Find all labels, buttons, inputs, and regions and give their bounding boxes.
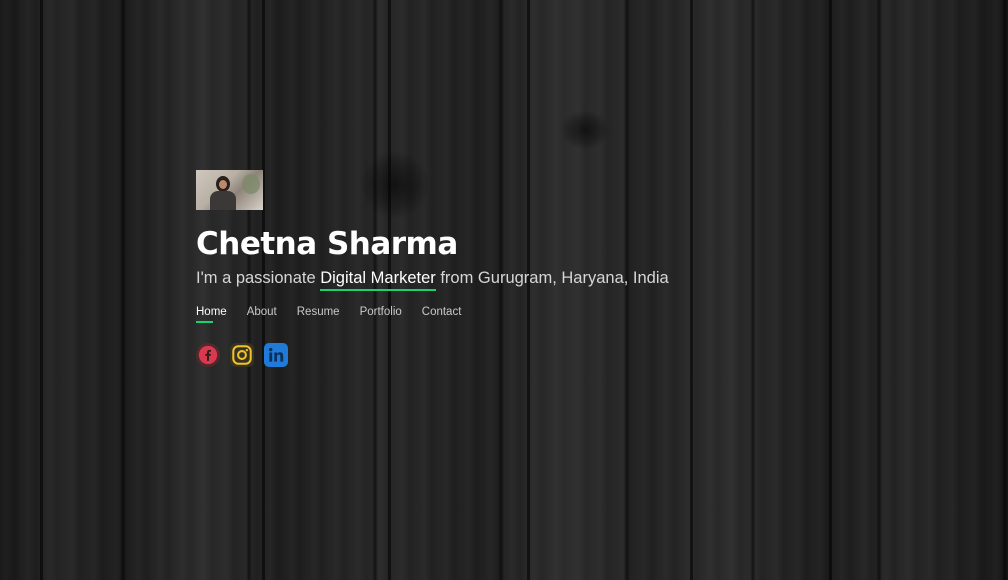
plank-seam — [40, 0, 43, 580]
plank-seam — [829, 0, 832, 580]
facebook-icon — [198, 345, 218, 365]
nav-item-portfolio[interactable]: Portfolio — [360, 306, 402, 323]
hero-section: Chetna Sharma I'm a passionate Digital M… — [196, 170, 816, 367]
tagline: I'm a passionate Digital Marketer from G… — [196, 266, 816, 291]
social-links — [196, 343, 816, 367]
avatar — [196, 170, 263, 210]
nav-item-contact[interactable]: Contact — [422, 306, 462, 323]
instagram-icon — [232, 345, 252, 365]
wood-knot — [560, 110, 610, 150]
linkedin-button[interactable] — [264, 343, 288, 367]
facebook-button[interactable] — [196, 343, 220, 367]
linkedin-icon — [269, 347, 284, 362]
nav-item-about[interactable]: About — [247, 306, 277, 323]
nav-item-home[interactable]: Home — [196, 306, 227, 323]
page-title: Chetna Sharma — [196, 226, 458, 262]
tagline-role: Digital Marketer — [320, 269, 436, 291]
tagline-suffix: from Gurugram, Haryana, India — [435, 269, 669, 287]
tagline-prefix: I'm a passionate — [196, 269, 321, 287]
instagram-button[interactable] — [230, 343, 254, 367]
main-nav: Home About Resume Portfolio Contact — [196, 306, 816, 323]
nav-item-resume[interactable]: Resume — [297, 306, 340, 323]
